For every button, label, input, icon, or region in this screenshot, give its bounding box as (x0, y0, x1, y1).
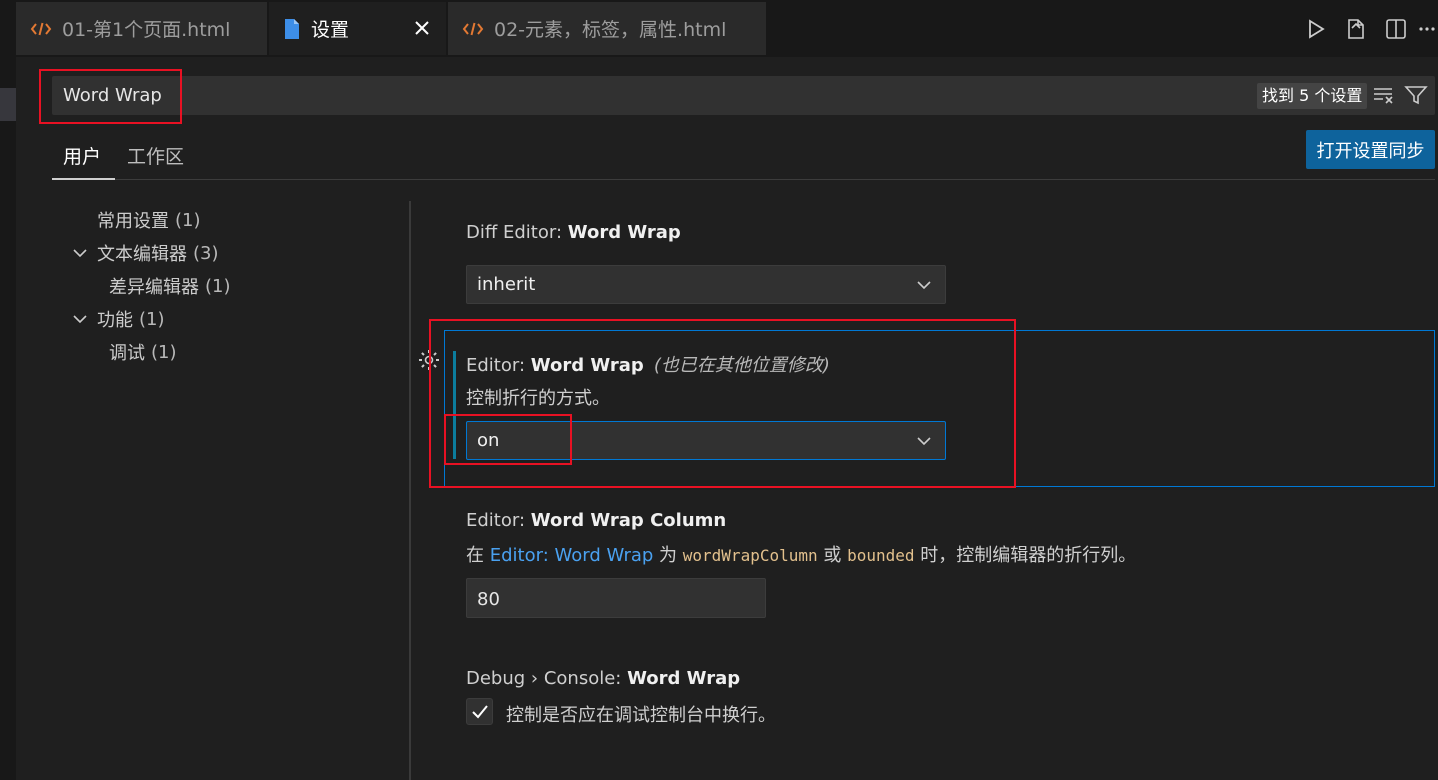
input-value: 80 (477, 589, 500, 610)
toc-item-debug[interactable]: 调试 (1) (109, 339, 177, 365)
chevron-down-icon (73, 249, 87, 258)
setting-title-debug-console-word-wrap: Debug › Console: Word Wrap (466, 668, 740, 689)
close-icon[interactable] (410, 16, 434, 40)
setting-title-word-wrap-column: Editor: Word Wrap Column (466, 510, 726, 531)
editor-actions (1296, 14, 1438, 44)
search-result-count: 找到 5 个设置 (1257, 83, 1368, 109)
desc-text: 或 (817, 545, 848, 566)
settings-sync-button[interactable]: 打开设置同步 (1306, 130, 1435, 169)
tab-workspace[interactable]: 工作区 (127, 142, 184, 180)
setting-description: 控制是否应在调试控制台中换行。 (506, 705, 776, 726)
desc-text: 为 (653, 545, 683, 566)
toc-count: (3) (193, 242, 219, 264)
setting-link[interactable]: Editor: Word Wrap (490, 545, 654, 566)
highlight-box-search (39, 69, 182, 124)
clear-search-icon[interactable] (1372, 84, 1396, 110)
filter-icon[interactable] (1404, 84, 1428, 110)
toc-label: 差异编辑器 (109, 277, 199, 298)
toc-count: (1) (151, 341, 177, 363)
setting-name: Word Wrap Column (530, 510, 727, 531)
select-value: inherit (477, 274, 536, 295)
highlight-box-value (444, 414, 572, 465)
toc-count: (1) (175, 209, 201, 231)
desc-text: 时，控制编辑器的折行列。 (914, 545, 1137, 566)
setting-name: Word Wrap (627, 668, 741, 689)
check-icon (471, 704, 488, 718)
setting-name: Word Wrap (567, 222, 681, 243)
setting-description: 在 Editor: Word Wrap 为 wordWrapColumn 或 b… (466, 541, 1136, 567)
toc-item-text-editor[interactable]: 文本编辑器 (3) (71, 240, 219, 266)
activity-bar (0, 0, 16, 780)
code-value: wordWrapColumn (682, 546, 818, 565)
word-wrap-column-input[interactable]: 80 (466, 578, 766, 618)
tab-user[interactable]: 用户 (52, 142, 115, 180)
desc-text: 在 (466, 545, 490, 566)
settings-search-input[interactable]: Word Wrap 找到 5 个设置 (52, 76, 1435, 115)
toc-item-features[interactable]: 功能 (1) (71, 306, 165, 332)
tab-label: 02-元素，标签，属性.html (494, 19, 727, 41)
tab-settings[interactable]: 设置 (269, 2, 446, 55)
tab-page-2[interactable]: 02-元素，标签，属性.html (448, 2, 766, 55)
more-icon[interactable] (1416, 14, 1438, 44)
open-file-icon[interactable] (1336, 14, 1376, 44)
tab-label: 01-第1个页面.html (62, 19, 231, 41)
editor-tab-bar: 01-第1个页面.html 设置 02-元素，标签，属性.html (16, 0, 1438, 57)
tab-label: 设置 (311, 19, 350, 41)
setting-category: Editor: (466, 510, 531, 531)
setting-category: Diff Editor: (466, 222, 568, 243)
tab-page-1[interactable]: 01-第1个页面.html (16, 2, 267, 55)
setting-title-diff-word-wrap: Diff Editor: Word Wrap (466, 222, 681, 243)
toc-label: 常用设置 (97, 211, 169, 232)
split-editor-icon[interactable] (1376, 14, 1416, 44)
file-icon (283, 18, 301, 40)
chevron-down-icon (73, 315, 87, 324)
setting-category: Debug › Console: (466, 668, 628, 689)
code-icon (30, 20, 52, 38)
toc-label: 功能 (97, 310, 133, 331)
toc-item-diff-editor[interactable]: 差异编辑器 (1) (109, 273, 231, 299)
sash-divider[interactable] (409, 201, 411, 780)
code-value: bounded (847, 546, 915, 565)
toc-label: 调试 (109, 343, 145, 364)
settings-scope-tabs: 用户 工作区 (52, 132, 1435, 180)
toc-label: 文本编辑器 (97, 244, 187, 265)
chevron-down-icon (917, 281, 931, 290)
activity-selected-marker (0, 88, 16, 121)
toc-count: (1) (205, 275, 231, 297)
toc-item-common[interactable]: 常用设置 (1) (97, 207, 201, 233)
run-icon[interactable] (1296, 14, 1336, 44)
toc-count: (1) (139, 308, 165, 330)
debug-word-wrap-checkbox[interactable] (466, 698, 493, 725)
diff-word-wrap-select[interactable]: inherit (466, 265, 946, 304)
code-icon (462, 20, 484, 38)
